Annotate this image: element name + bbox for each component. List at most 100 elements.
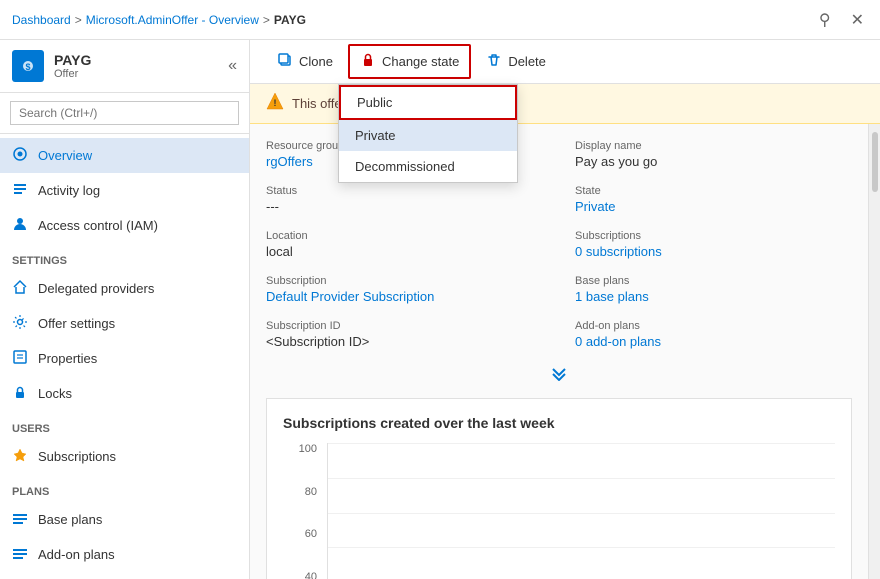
base-plans-item: Base plans 1 base plans bbox=[575, 275, 852, 304]
addon-plans-count-label: Add-on plans bbox=[575, 320, 852, 332]
sidebar-header: $ PAYG Offer « bbox=[0, 40, 249, 93]
top-bar: Dashboard > Microsoft.AdminOffer - Overv… bbox=[0, 0, 880, 40]
clone-label: Clone bbox=[299, 54, 333, 69]
subscriptions-count-value[interactable]: 0 subscriptions bbox=[575, 244, 662, 259]
resource-group-value[interactable]: rgOffers bbox=[266, 154, 313, 169]
chart-y-label-60: 60 bbox=[305, 528, 317, 540]
scroll-thumb[interactable] bbox=[872, 132, 878, 192]
activity-log-icon bbox=[12, 181, 28, 200]
sidebar: $ PAYG Offer « Overview bbox=[0, 40, 250, 579]
subscription-item: Subscription Default Provider Subscripti… bbox=[266, 275, 543, 304]
plans-section-label: Plans bbox=[0, 474, 249, 502]
change-state-button[interactable]: Change state bbox=[348, 44, 471, 79]
subscriptions-item: Subscriptions 0 subscriptions bbox=[575, 230, 852, 259]
sidebar-item-delegated-providers[interactable]: Delegated providers bbox=[0, 271, 249, 306]
main-layout: $ PAYG Offer « Overview bbox=[0, 40, 880, 579]
offer-settings-icon bbox=[12, 314, 28, 333]
grid-line-80 bbox=[328, 478, 835, 479]
status-label: Status bbox=[266, 185, 543, 197]
change-state-dropdown: Public Private Decommissioned bbox=[338, 84, 518, 183]
location-item: Location local bbox=[266, 230, 543, 259]
sidebar-item-overview[interactable]: Overview bbox=[0, 138, 249, 173]
pin-button[interactable]: ⚲ bbox=[815, 8, 835, 32]
chart-plot bbox=[327, 443, 835, 579]
activity-log-label: Activity log bbox=[38, 183, 100, 198]
base-plans-count-value[interactable]: 1 base plans bbox=[575, 289, 649, 304]
offer-icon: $ bbox=[12, 50, 44, 82]
state-value[interactable]: Private bbox=[575, 199, 615, 214]
grid-line-100 bbox=[328, 443, 835, 444]
access-control-label: Access control (IAM) bbox=[38, 218, 158, 233]
base-plans-label: Base plans bbox=[38, 512, 102, 527]
scrollbar[interactable] bbox=[868, 124, 880, 579]
breadcrumb: Dashboard > Microsoft.AdminOffer - Overv… bbox=[12, 13, 306, 27]
dropdown-item-decommissioned[interactable]: Decommissioned bbox=[339, 151, 517, 182]
sidebar-search bbox=[0, 93, 249, 134]
warning-icon: ! bbox=[266, 92, 284, 115]
location-value: local bbox=[266, 244, 293, 259]
sidebar-item-add-on-plans[interactable]: Add-on plans bbox=[0, 537, 249, 572]
status-item: Status --- bbox=[266, 185, 543, 214]
properties-icon bbox=[12, 349, 28, 368]
breadcrumb-admin-offer[interactable]: Microsoft.AdminOffer - Overview bbox=[86, 13, 259, 27]
change-state-icon bbox=[360, 52, 376, 71]
access-control-icon bbox=[12, 216, 28, 235]
toolbar: Clone Change state Delete bbox=[250, 40, 880, 84]
addon-plans-count-value[interactable]: 0 add-on plans bbox=[575, 334, 661, 349]
dropdown-item-private[interactable]: Private bbox=[339, 120, 517, 151]
sidebar-item-properties[interactable]: Properties bbox=[0, 341, 249, 376]
chart-y-axis: 100 80 60 40 bbox=[283, 443, 323, 579]
breadcrumb-sep-2: > bbox=[263, 13, 270, 27]
clone-button[interactable]: Clone bbox=[266, 45, 344, 78]
locks-icon bbox=[12, 384, 28, 403]
detail-area: Resource group rgOffers Display name Pay… bbox=[250, 124, 880, 579]
sidebar-item-locks[interactable]: Locks bbox=[0, 376, 249, 411]
chart-container: 100 80 60 40 bbox=[283, 443, 835, 579]
delete-icon bbox=[486, 52, 502, 71]
collapse-row bbox=[266, 365, 852, 386]
chart-y-label-100: 100 bbox=[299, 443, 317, 455]
dropdown-item-public[interactable]: Public bbox=[339, 85, 517, 120]
close-button[interactable]: ✕ bbox=[847, 8, 868, 32]
overview-label: Overview bbox=[38, 148, 92, 163]
delegated-providers-icon bbox=[12, 279, 28, 298]
sidebar-item-base-plans[interactable]: Base plans bbox=[0, 502, 249, 537]
search-input[interactable] bbox=[10, 101, 239, 125]
subscription-id-label: Subscription ID bbox=[266, 320, 543, 332]
chart-y-label-40: 40 bbox=[305, 571, 317, 579]
svg-text:!: ! bbox=[274, 98, 277, 108]
detail-main: Resource group rgOffers Display name Pay… bbox=[250, 124, 868, 579]
delegated-providers-label: Delegated providers bbox=[38, 281, 154, 296]
subscription-id-value: <Subscription ID> bbox=[266, 334, 369, 349]
properties-label: Properties bbox=[38, 351, 97, 366]
collapse-button[interactable] bbox=[549, 365, 569, 386]
breadcrumb-dashboard[interactable]: Dashboard bbox=[12, 13, 71, 27]
settings-section-label: Settings bbox=[0, 243, 249, 271]
delete-button[interactable]: Delete bbox=[475, 45, 557, 78]
state-item: State Private bbox=[575, 185, 852, 214]
sidebar-collapse-button[interactable]: « bbox=[228, 57, 237, 75]
subscription-value[interactable]: Default Provider Subscription bbox=[266, 289, 434, 304]
offer-settings-label: Offer settings bbox=[38, 316, 115, 331]
grid-line-40 bbox=[328, 547, 835, 548]
subscriptions-icon bbox=[12, 447, 28, 466]
top-bar-icons: ⚲ ✕ bbox=[815, 8, 868, 32]
sidebar-item-offer-settings[interactable]: Offer settings bbox=[0, 306, 249, 341]
sidebar-item-access-control[interactable]: Access control (IAM) bbox=[0, 208, 249, 243]
display-name-item: Display name Pay as you go bbox=[575, 140, 852, 169]
sidebar-item-activity-log[interactable]: Activity log bbox=[0, 173, 249, 208]
sidebar-item-subscriptions[interactable]: Subscriptions bbox=[0, 439, 249, 474]
subscriptions-label: Subscriptions bbox=[38, 449, 116, 464]
chart-y-label-80: 80 bbox=[305, 486, 317, 498]
grid-line-60 bbox=[328, 513, 835, 514]
sidebar-title: PAYG bbox=[54, 52, 91, 68]
display-name-label: Display name bbox=[575, 140, 852, 152]
state-label: State bbox=[575, 185, 852, 197]
addon-plans-item: Add-on plans 0 add-on plans bbox=[575, 320, 852, 349]
chart-section: Subscriptions created over the last week… bbox=[266, 398, 852, 579]
display-name-value: Pay as you go bbox=[575, 154, 657, 169]
subscription-id-item: Subscription ID <Subscription ID> bbox=[266, 320, 543, 349]
sidebar-nav: Overview Activity log Access control (IA… bbox=[0, 134, 249, 579]
add-on-plans-label: Add-on plans bbox=[38, 547, 115, 562]
location-label: Location bbox=[266, 230, 543, 242]
